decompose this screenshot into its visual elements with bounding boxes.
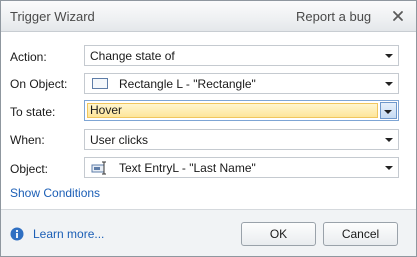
chevron-down-icon <box>385 54 393 58</box>
show-conditions-link[interactable]: Show Conditions <box>10 186 100 200</box>
on-object-value: Rectangle L - "Rectangle" <box>119 77 256 91</box>
rectangle-icon <box>92 78 108 89</box>
selection-highlight <box>87 103 378 118</box>
close-icon <box>393 11 403 21</box>
to-state-value: Hover <box>90 103 123 117</box>
object-label: Object: <box>10 162 49 176</box>
trigger-wizard-dialog: Trigger Wizard Report a bug Action: Chan… <box>0 0 417 257</box>
chevron-down-icon <box>384 110 392 114</box>
when-label: When: <box>10 133 45 147</box>
object-dropdown[interactable]: Text EntryL - "Last Name" <box>84 157 399 178</box>
chevron-down-icon <box>385 166 393 170</box>
report-bug-link[interactable]: Report a bug <box>296 9 371 24</box>
on-object-label: On Object: <box>10 77 68 91</box>
info-icon <box>10 227 24 241</box>
when-value: User clicks <box>90 133 149 147</box>
close-button[interactable] <box>384 4 412 28</box>
cancel-button[interactable]: Cancel <box>323 222 398 246</box>
on-object-dropdown[interactable]: Rectangle L - "Rectangle" <box>84 73 399 94</box>
action-label: Action: <box>10 50 47 64</box>
action-dropdown[interactable]: Change state of <box>84 45 399 66</box>
learn-more-link[interactable]: Learn more... <box>33 227 104 241</box>
text-entry-icon <box>91 161 106 175</box>
window-title: Trigger Wizard <box>10 9 95 24</box>
to-state-dropdown[interactable]: Hover <box>84 100 399 121</box>
dialog-footer: Learn more... OK Cancel <box>1 209 416 256</box>
title-bar: Trigger Wizard Report a bug <box>1 1 416 32</box>
object-value: Text EntryL - "Last Name" <box>119 161 256 175</box>
action-value: Change state of <box>90 49 175 63</box>
to-state-label: To state: <box>10 105 56 119</box>
to-state-dropdown-button[interactable] <box>380 102 397 119</box>
chevron-down-icon <box>385 138 393 142</box>
when-dropdown[interactable]: User clicks <box>84 129 399 150</box>
ok-button[interactable]: OK <box>241 222 316 246</box>
chevron-down-icon <box>385 82 393 86</box>
